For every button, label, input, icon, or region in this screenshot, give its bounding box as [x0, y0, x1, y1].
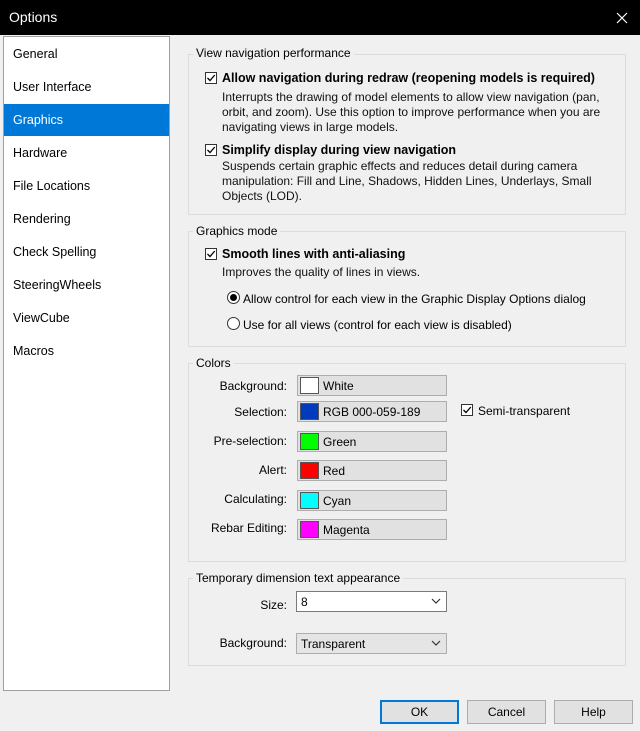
color-swatch — [300, 462, 319, 479]
sidebar-item-label: User Interface — [13, 80, 92, 94]
ok-button[interactable]: OK — [380, 700, 459, 724]
color-value: Red — [323, 464, 346, 478]
simplify-display-checkbox[interactable] — [205, 144, 217, 156]
radio-all-views-label: Use for all views (control for each view… — [243, 318, 512, 332]
description-line: Objects (LOD). — [222, 189, 303, 203]
semi-transparent-label: Semi-transparent — [478, 404, 571, 418]
radio-all-views[interactable] — [227, 317, 240, 330]
color-swatch — [300, 403, 319, 420]
radio-each-view[interactable] — [227, 291, 240, 304]
background-color-field[interactable]: White — [297, 375, 447, 396]
checkmark-icon — [463, 406, 472, 414]
dimension-background-label: Background: — [219, 636, 287, 650]
sidebar-item-viewcube[interactable]: ViewCube — [4, 302, 169, 334]
checkmark-icon — [207, 250, 216, 258]
cancel-button[interactable]: Cancel — [467, 700, 546, 724]
sidebar-item-check-spelling[interactable]: Check Spelling — [4, 236, 169, 268]
description-line: navigating views in large models. — [222, 120, 399, 134]
sidebar-item-label: Check Spelling — [13, 245, 97, 259]
group-label: Colors — [193, 356, 234, 370]
close-icon — [616, 12, 628, 23]
size-label: Size: — [260, 598, 287, 612]
group-label: Graphics mode — [193, 224, 281, 238]
sidebar-item-label: File Locations — [13, 179, 91, 193]
close-button[interactable] — [604, 0, 640, 35]
description-line: orbit, and zoom). Use this option to imp… — [222, 105, 601, 119]
sidebar-item-label: General — [13, 47, 58, 61]
simplify-display-label: Simplify display during view navigation — [222, 143, 457, 157]
sidebar-item-label: ViewCube — [13, 311, 70, 325]
options-sidebar: General User Interface Graphics Hardware… — [3, 36, 170, 691]
alert-color-field[interactable]: Red — [297, 460, 447, 481]
checkmark-icon — [207, 74, 216, 82]
sidebar-item-file-locations[interactable]: File Locations — [4, 170, 169, 202]
size-value: 8 — [301, 595, 308, 609]
allow-navigation-checkbox[interactable] — [205, 72, 217, 84]
description-line: Suspends certain graphic effects and red… — [222, 159, 578, 173]
sidebar-item-user-interface[interactable]: User Interface — [4, 71, 169, 103]
chevron-down-icon — [431, 640, 441, 646]
calculating-color-label: Calculating: — [224, 492, 287, 506]
color-value: Cyan — [323, 494, 352, 508]
size-dropdown[interactable]: 8 — [296, 591, 447, 612]
color-value: RGB 000-059-189 — [323, 405, 421, 419]
dimension-background-dropdown[interactable]: Transparent — [296, 633, 447, 654]
pre-selection-color-label: Pre-selection: — [213, 434, 287, 448]
smooth-lines-checkbox[interactable] — [205, 248, 217, 260]
group-label: View navigation performance — [193, 46, 354, 60]
pre-selection-color-field[interactable]: Green — [297, 431, 447, 452]
calculating-color-field[interactable]: Cyan — [297, 490, 447, 511]
rebar-editing-color-label: Rebar Editing: — [210, 521, 287, 535]
description-line: Interrupts the drawing of model elements… — [222, 90, 600, 104]
color-swatch — [300, 377, 319, 394]
color-value: Magenta — [323, 523, 370, 537]
smooth-lines-description: Improves the quality of lines in views. — [222, 265, 421, 279]
sidebar-item-label: Hardware — [13, 146, 68, 160]
checkmark-icon — [207, 146, 216, 154]
radio-selected-dot — [230, 294, 237, 301]
radio-each-view-label: Allow control for each view in the Graph… — [243, 292, 586, 306]
window-title: Options — [9, 9, 58, 25]
dimension-background-value: Transparent — [301, 637, 366, 651]
sidebar-item-graphics[interactable]: Graphics — [4, 104, 169, 136]
sidebar-item-steeringwheels[interactable]: SteeringWheels — [4, 269, 169, 301]
color-value: White — [323, 379, 354, 393]
sidebar-item-general[interactable]: General — [4, 38, 169, 70]
color-swatch — [300, 433, 319, 450]
sidebar-item-label: Macros — [13, 344, 54, 358]
description-line: manipulation: Fill and Line, Shadows, Hi… — [222, 174, 592, 188]
selection-color-field[interactable]: RGB 000-059-189 — [297, 401, 447, 422]
smooth-lines-label: Smooth lines with anti-aliasing — [222, 247, 406, 261]
title-bar: Options — [0, 0, 640, 35]
sidebar-item-rendering[interactable]: Rendering — [4, 203, 169, 235]
simplify-display-description: Suspends certain graphic effects and red… — [222, 159, 622, 204]
background-color-label: Background: — [219, 379, 287, 393]
sidebar-item-macros[interactable]: Macros — [4, 335, 169, 367]
sidebar-item-label: Rendering — [13, 212, 71, 226]
allow-navigation-label: Allow navigation during redraw (reopenin… — [222, 71, 595, 85]
alert-color-label: Alert: — [258, 463, 287, 477]
sidebar-item-label: SteeringWheels — [13, 278, 102, 292]
allow-navigation-description: Interrupts the drawing of model elements… — [222, 90, 622, 135]
color-value: Green — [323, 435, 357, 449]
color-swatch — [300, 492, 319, 509]
rebar-editing-color-field[interactable]: Magenta — [297, 519, 447, 540]
color-swatch — [300, 521, 319, 538]
sidebar-item-hardware[interactable]: Hardware — [4, 137, 169, 169]
group-label: Temporary dimension text appearance — [193, 571, 404, 585]
chevron-down-icon — [431, 598, 441, 604]
help-button[interactable]: Help — [554, 700, 633, 724]
sidebar-item-label: Graphics — [13, 113, 64, 127]
semi-transparent-checkbox[interactable] — [461, 404, 473, 416]
selection-color-label: Selection: — [234, 405, 287, 419]
